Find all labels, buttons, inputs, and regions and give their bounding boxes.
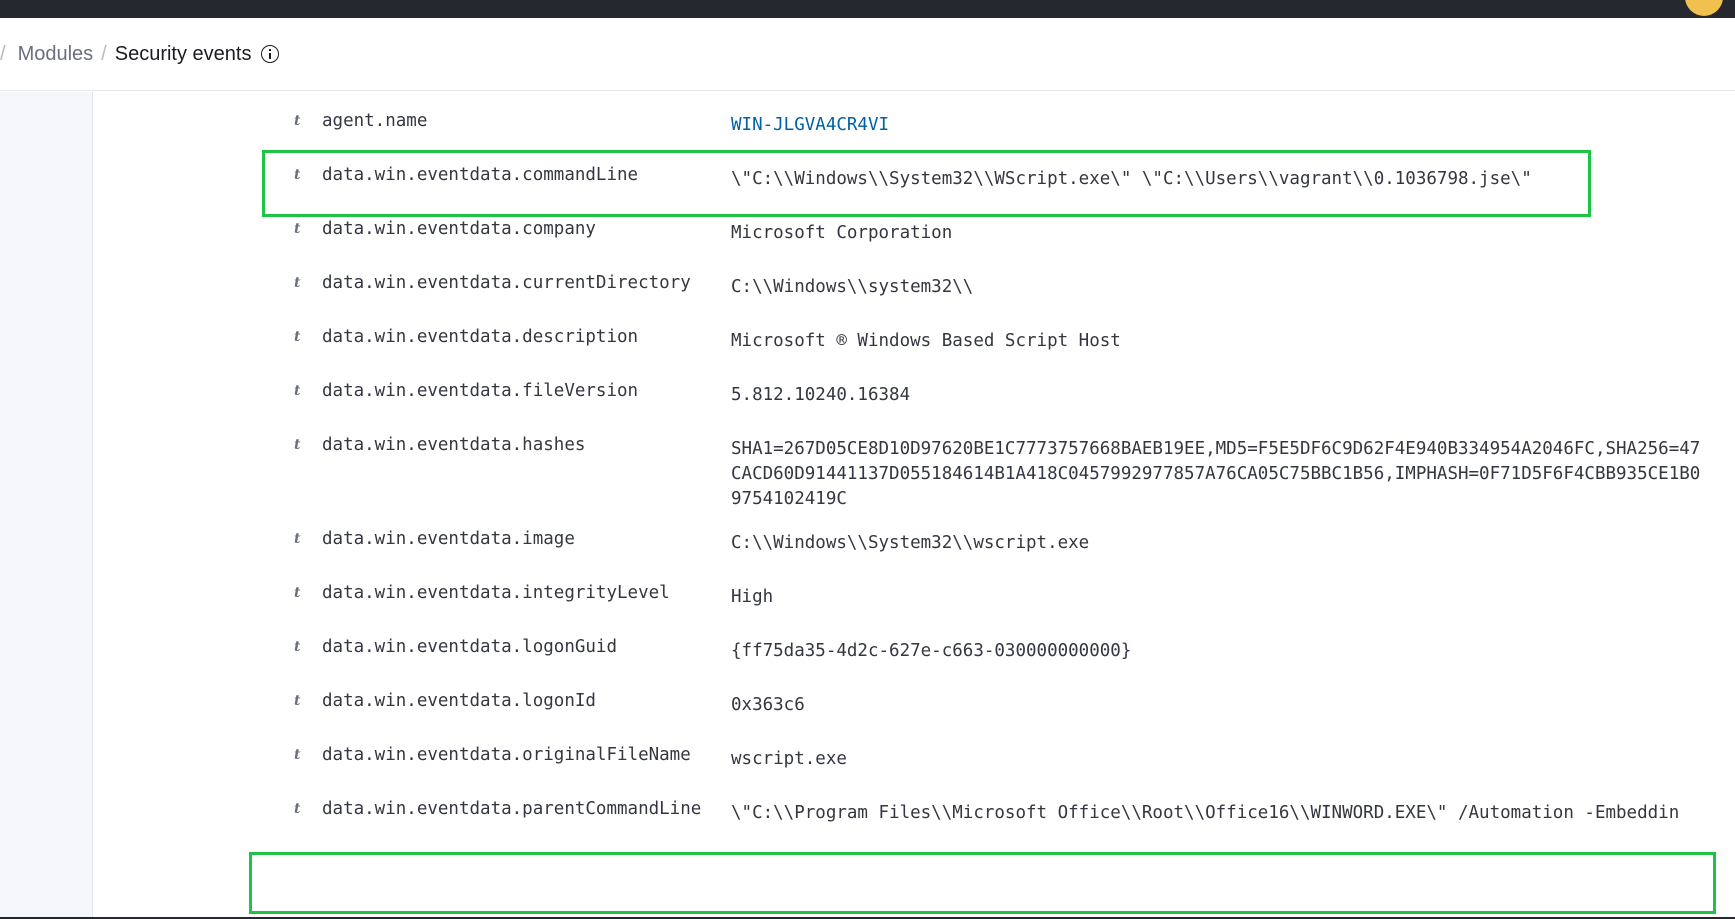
text-type-icon: t — [294, 531, 301, 547]
field-value: C:\\Windows\\system32\\ — [731, 277, 974, 297]
text-type-icon: t — [294, 801, 301, 817]
field-name: data.win.eventdata.commandLine — [322, 165, 639, 185]
field-value: \"C:\\Program Files\\Microsoft Office\\R… — [731, 803, 1680, 823]
text-type-icon: t — [294, 585, 301, 601]
text-type-icon: t — [294, 167, 301, 183]
field-name: data.win.eventdata.currentDirectory — [322, 273, 691, 293]
field-value: 0x363c6 — [731, 695, 805, 715]
breadcrumb-separator: / — [101, 42, 107, 65]
user-avatar[interactable] — [1685, 0, 1723, 16]
field-name: data.win.eventdata.hashes — [322, 435, 586, 455]
document-details-table: t agent.name WIN-JLGVA4CR4VI t data.win.… — [94, 92, 1735, 919]
field-value: \"C:\\Windows\\System32\\WScript.exe\" \… — [731, 169, 1532, 189]
text-type-icon: t — [294, 383, 301, 399]
field-name: data.win.eventdata.logonId — [322, 691, 596, 711]
info-icon[interactable] — [261, 45, 280, 63]
field-value: C:\\Windows\\System32\\wscript.exe — [731, 533, 1090, 553]
field-name: data.win.eventdata.description — [322, 327, 639, 347]
field-value: SHA1=267D05CE8D10D97620BE1C7773757668BAE… — [731, 439, 1701, 509]
breadcrumb: / Modules / Security events — [0, 18, 1735, 91]
text-type-icon: t — [294, 693, 301, 709]
top-nav-bar — [0, 0, 1735, 18]
field-value: wscript.exe — [731, 749, 847, 769]
field-value: {ff75da35-4d2c-627e-c663-030000000000} — [731, 641, 1132, 661]
breadcrumb-modules-link[interactable]: Modules — [18, 43, 94, 66]
field-value: Microsoft ® Windows Based Script Host — [731, 331, 1121, 351]
field-name: data.win.eventdata.originalFileName — [322, 745, 691, 765]
field-name: data.win.eventdata.integrityLevel — [322, 583, 670, 603]
text-type-icon: t — [294, 221, 301, 237]
text-type-icon: t — [294, 275, 301, 291]
field-name: data.win.eventdata.parentCommandLine — [322, 799, 702, 819]
page-title: Security events — [114, 42, 252, 65]
field-name: data.win.eventdata.fileVersion — [322, 381, 639, 401]
text-type-icon: t — [294, 747, 301, 763]
field-name: agent.name — [322, 111, 428, 131]
text-type-icon: t — [294, 329, 301, 345]
text-type-icon: t — [294, 437, 301, 453]
field-value: Microsoft Corporation — [731, 223, 953, 243]
field-value-link[interactable]: WIN-JLGVA4CR4VI — [731, 113, 1706, 138]
text-type-icon: t — [294, 113, 301, 129]
field-value: High — [731, 587, 774, 607]
breadcrumb-separator: / — [0, 42, 6, 65]
side-panel — [0, 92, 93, 919]
field-name: data.win.eventdata.image — [322, 529, 575, 549]
field-value: 5.812.10240.16384 — [731, 385, 911, 405]
text-type-icon: t — [294, 639, 301, 655]
field-name: data.win.eventdata.company — [322, 219, 596, 239]
field-name: data.win.eventdata.logonGuid — [322, 637, 618, 657]
